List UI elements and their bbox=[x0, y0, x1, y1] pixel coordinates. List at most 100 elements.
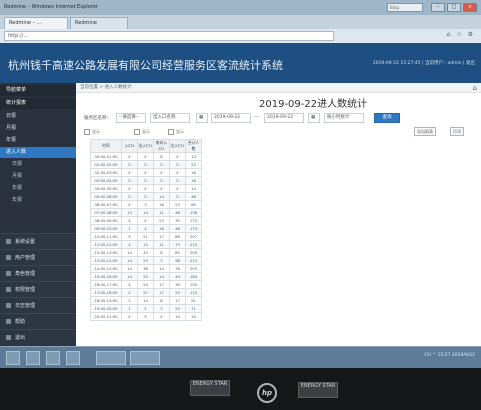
print-button[interactable]: 打印 bbox=[450, 127, 464, 136]
time-cell: 06:00-07:00 bbox=[90, 200, 122, 209]
period-select[interactable]: 按小时统计 bbox=[324, 113, 364, 123]
count-cell: 2 bbox=[121, 288, 138, 297]
browser-tab-2[interactable]: Redmine bbox=[70, 17, 128, 29]
option-label: 显示 bbox=[176, 129, 184, 134]
energy-star-label: ENERGY STAR bbox=[190, 380, 230, 396]
checkbox-icon bbox=[84, 129, 90, 135]
taskbar-window-button[interactable] bbox=[96, 351, 126, 365]
sidebar-subitem-monthly[interactable]: 月报 bbox=[0, 171, 76, 182]
count-cell: 17 bbox=[153, 288, 170, 297]
count-cell: 0 bbox=[153, 312, 170, 321]
sidebar-subitem-daily[interactable]: 日报 bbox=[0, 159, 76, 170]
sidebar-item-users[interactable]: 用户管理 bbox=[0, 249, 76, 265]
count-cell: 12 bbox=[185, 152, 202, 161]
table-row: 13:00-14:00 14 23 3 98 213 bbox=[90, 256, 202, 265]
count-cell: 0 bbox=[169, 184, 186, 193]
taskbar-window-button[interactable] bbox=[130, 351, 160, 365]
query-button[interactable]: 查询 bbox=[374, 113, 400, 123]
address-bar[interactable]: http://... bbox=[4, 31, 334, 41]
count-cell: 16 bbox=[153, 200, 170, 209]
count-cell: 0 bbox=[121, 192, 138, 201]
sidebar-item-logs[interactable]: 日志管理 bbox=[0, 297, 76, 313]
time-cell: 13:00-14:00 bbox=[90, 256, 122, 265]
count-cell: 0 bbox=[153, 168, 170, 177]
count-cell: 14 bbox=[153, 272, 170, 281]
browser-tab-1[interactable]: Redmine – ... bbox=[4, 17, 68, 29]
table-row: 11:00-12:00 4 15 11 73 210 bbox=[90, 240, 202, 249]
option-3[interactable]: 显示 bbox=[168, 129, 184, 135]
browser-command-bar: http://... ⌂ ☆ ⚙ bbox=[0, 29, 481, 44]
count-cell: 86 bbox=[169, 232, 186, 241]
sidebar-label: 权限管理 bbox=[15, 287, 36, 293]
sidebar-heading-reports[interactable]: 统计报表 bbox=[0, 98, 76, 109]
taskbar-app-icon[interactable] bbox=[26, 351, 40, 365]
close-icon[interactable]: × bbox=[463, 3, 477, 12]
sidebar-item-yearly[interactable]: 年报 bbox=[0, 135, 76, 146]
date-to-input[interactable]: 2019-09-22 bbox=[264, 113, 304, 123]
count-cell: 22 bbox=[185, 160, 202, 169]
browser-title-bar: Redmine – Windows Internet Explorer Bing… bbox=[0, 0, 481, 15]
column-header: 时间 bbox=[90, 139, 122, 153]
count-cell: 210 bbox=[185, 240, 202, 249]
sidebar-item-daily[interactable]: 日报 bbox=[0, 111, 76, 122]
date-from-input[interactable]: 2019-09-22 bbox=[211, 113, 251, 123]
entrance-select[interactable]: 出入口名称 bbox=[150, 113, 190, 123]
count-cell: 0 bbox=[137, 184, 154, 193]
sidebar-item-permissions[interactable]: 权限管理 bbox=[0, 281, 76, 297]
time-cell: 19:00-20:00 bbox=[90, 304, 122, 313]
app-header: 杭州钱千高速公路发展有限公司经营服务区客流统计系统 2019-09-22 15:… bbox=[0, 43, 481, 83]
date-separator: — bbox=[254, 115, 259, 120]
count-cell: 20 bbox=[169, 304, 186, 313]
time-cell: 01:00-02:00 bbox=[90, 160, 122, 169]
sidebar-subitem-yearly[interactable]: 年报 bbox=[0, 183, 76, 194]
maximize-icon[interactable]: □ bbox=[447, 3, 461, 12]
sidebar-item-help[interactable]: 帮助 bbox=[0, 313, 76, 329]
time-cell: 15:00-16:00 bbox=[90, 272, 122, 281]
count-cell: 71 bbox=[185, 304, 202, 313]
sidebar-item-settings[interactable]: 系统设置 bbox=[0, 233, 76, 249]
count-cell: 10 bbox=[169, 312, 186, 321]
sidebar-subitem-yearly-2[interactable]: 年报 bbox=[0, 195, 76, 206]
sidebar-item-logout[interactable]: 退出 bbox=[0, 329, 76, 345]
start-icon[interactable] bbox=[6, 351, 20, 365]
time-cell: 18:00-19:00 bbox=[90, 296, 122, 305]
table-row: 08:00-09:00 4 0 23 35 172 bbox=[90, 216, 202, 225]
export-button[interactable]: 导出报表 bbox=[414, 127, 436, 136]
count-cell: 203 bbox=[185, 264, 202, 273]
area-label: 服务区名称： bbox=[84, 116, 111, 121]
count-cell: 136 bbox=[185, 208, 202, 217]
count-cell: 35 bbox=[169, 216, 186, 225]
count-cell: 98 bbox=[169, 256, 186, 265]
sidebar-item-monthly[interactable]: 月报 bbox=[0, 123, 76, 134]
browser-tools-icon[interactable]: ⌂ ☆ ⚙ bbox=[447, 31, 475, 38]
breadcrumb: 当前位置 > 进入人数统计 bbox=[76, 83, 481, 93]
sidebar-item-entry-count[interactable]: 进入人数 bbox=[0, 147, 76, 158]
monitor-bezel: ENERGY STAR ENERGY STAR bbox=[0, 368, 481, 410]
browser-search-input[interactable]: Bing bbox=[387, 3, 423, 12]
table-body: 00:00-01:00 0 0 6 0 12 01:00-02:00 0 0 0 0 22 02:00-… bbox=[90, 152, 202, 321]
lock-icon bbox=[6, 287, 11, 292]
count-cell: 76 bbox=[169, 264, 186, 273]
time-cell: 05:00-06:00 bbox=[90, 192, 122, 201]
taskbar-app-icon[interactable] bbox=[66, 351, 80, 365]
count-cell: 16 bbox=[185, 168, 202, 177]
count-cell: 30 bbox=[169, 280, 186, 289]
sidebar-label: 日志管理 bbox=[15, 303, 36, 309]
calendar-icon[interactable]: ▦ bbox=[196, 113, 208, 123]
sidebar-item-roles[interactable]: 角色管理 bbox=[0, 265, 76, 281]
table-header-row: 时间 入口1 出入口1 南向入口1 北入口1 合计人数 bbox=[90, 139, 202, 153]
option-2[interactable]: 显示 bbox=[134, 129, 150, 135]
count-cell: 3 bbox=[153, 304, 170, 313]
stats-table: 时间 入口1 出入口1 南向入口1 北入口1 合计人数 00:00-01:00 0… bbox=[90, 139, 202, 321]
time-cell: 16:00-17:00 bbox=[90, 280, 122, 289]
home-icon[interactable]: ⌂ bbox=[473, 84, 477, 92]
page-title: 2019-09-22进人数统计 bbox=[259, 99, 368, 110]
option-1[interactable]: 显示 bbox=[84, 129, 100, 135]
taskbar-app-icon[interactable] bbox=[46, 351, 60, 365]
count-cell: 1 bbox=[121, 304, 138, 313]
calendar-icon[interactable]: ▦ bbox=[308, 113, 320, 123]
count-cell: 16 bbox=[153, 224, 170, 233]
area-select[interactable]: --请选择-- bbox=[116, 113, 146, 123]
minimize-icon[interactable]: – bbox=[431, 3, 445, 12]
count-cell: 85 bbox=[169, 248, 186, 257]
